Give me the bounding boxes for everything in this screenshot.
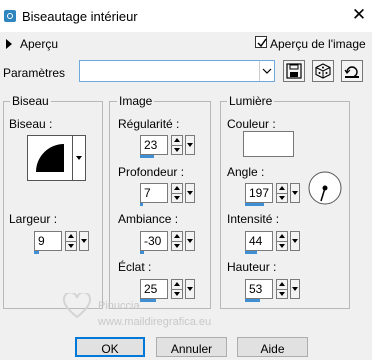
help-button[interactable]: Aide <box>237 337 308 357</box>
ambience-updown[interactable] <box>171 231 183 251</box>
ambience-input[interactable]: -30 <box>140 231 168 251</box>
height-label: Hauteur : <box>227 260 277 274</box>
width-dropdown[interactable] <box>79 231 89 251</box>
reset-button[interactable] <box>341 60 363 82</box>
random-button[interactable] <box>312 60 334 82</box>
save-icon <box>286 63 302 79</box>
angle-input[interactable]: 197 <box>245 183 273 203</box>
smoothness-dropdown[interactable] <box>185 135 195 155</box>
heart-watermark-icon <box>62 291 92 322</box>
angle-updown[interactable] <box>276 183 288 203</box>
intensity-slider-bar[interactable] <box>245 251 257 254</box>
angle-slider-bar[interactable] <box>245 203 264 206</box>
width-updown[interactable] <box>65 231 77 251</box>
angle-dropdown[interactable] <box>290 183 300 203</box>
shine-slider-bar[interactable] <box>140 299 156 302</box>
intensity-dropdown[interactable] <box>290 231 300 251</box>
ambience-dropdown[interactable] <box>185 231 195 251</box>
angle-dial-icon <box>308 171 342 205</box>
bevel-shape-icon <box>36 144 64 172</box>
close-button[interactable]: ✕ <box>348 4 370 26</box>
angle-dial[interactable] <box>307 170 343 209</box>
chevron-down-icon <box>262 68 272 74</box>
width-input[interactable]: 9 <box>34 231 62 251</box>
width-slider-bar[interactable] <box>34 251 39 254</box>
bevel-shape-label: Biseau : <box>9 117 53 131</box>
ok-button[interactable]: OK <box>75 337 145 357</box>
smoothness-updown[interactable] <box>171 135 183 155</box>
reset-icon <box>344 66 359 78</box>
dice-icon <box>315 63 331 79</box>
chevron-down-icon <box>76 156 82 160</box>
ambience-label: Ambiance : <box>118 212 179 226</box>
show-preview-label[interactable]: Aperçu de l'image <box>270 37 366 51</box>
watermark-line1: Pinuccia <box>98 300 140 312</box>
smoothness-input[interactable]: 23 <box>140 135 168 155</box>
color-label: Couleur : <box>227 117 276 131</box>
shine-label: Éclat : <box>118 260 152 274</box>
light-color-swatch[interactable] <box>243 131 294 157</box>
params-dropdown-button[interactable] <box>259 61 275 81</box>
intensity-updown[interactable] <box>276 231 288 251</box>
image-group <box>109 101 211 309</box>
depth-updown[interactable] <box>171 183 183 203</box>
shine-updown[interactable] <box>171 279 183 299</box>
bevel-group <box>3 101 103 309</box>
watermark-line2: www.maildiregrafica.eu <box>98 316 212 328</box>
width-label: Largeur : <box>9 212 58 226</box>
depth-input[interactable]: 7 <box>140 183 168 203</box>
smoothness-label: Régularité : <box>118 117 180 131</box>
height-input[interactable]: 53 <box>245 279 273 299</box>
height-updown[interactable] <box>276 279 288 299</box>
depth-dropdown[interactable] <box>185 183 195 203</box>
image-group-title: Image <box>117 94 155 108</box>
params-label: Paramètres <box>3 66 66 80</box>
show-preview-checkbox[interactable] <box>255 36 267 48</box>
preview-expand-label[interactable]: Aperçu <box>20 37 58 51</box>
shine-input[interactable]: 25 <box>140 279 168 299</box>
angle-label: Angle : <box>227 165 265 179</box>
height-slider-bar[interactable] <box>245 299 260 302</box>
shine-dropdown[interactable] <box>185 279 195 299</box>
save-preset-button[interactable] <box>283 60 305 82</box>
depth-label: Profondeur : <box>118 165 185 179</box>
depth-slider-bar[interactable] <box>140 203 143 206</box>
cancel-button[interactable]: Annuler <box>156 337 227 357</box>
params-combobox[interactable] <box>79 60 275 82</box>
ambience-slider-bar[interactable] <box>140 251 144 254</box>
bevel-shape-dropdown[interactable] <box>73 135 86 181</box>
smoothness-slider-bar[interactable] <box>140 155 154 158</box>
intensity-input[interactable]: 44 <box>245 231 273 251</box>
app-icon <box>4 10 16 22</box>
intensity-label: Intensité : <box>227 212 280 226</box>
bevel-group-title: Biseau <box>10 94 51 108</box>
checkmark-icon <box>257 38 267 48</box>
expand-triangle-icon[interactable] <box>6 39 12 49</box>
bevel-shape-swatch[interactable] <box>27 135 73 181</box>
light-group-title: Lumière <box>227 94 275 108</box>
height-dropdown[interactable] <box>290 279 300 299</box>
window-title: Biseautage intérieur <box>22 9 138 24</box>
